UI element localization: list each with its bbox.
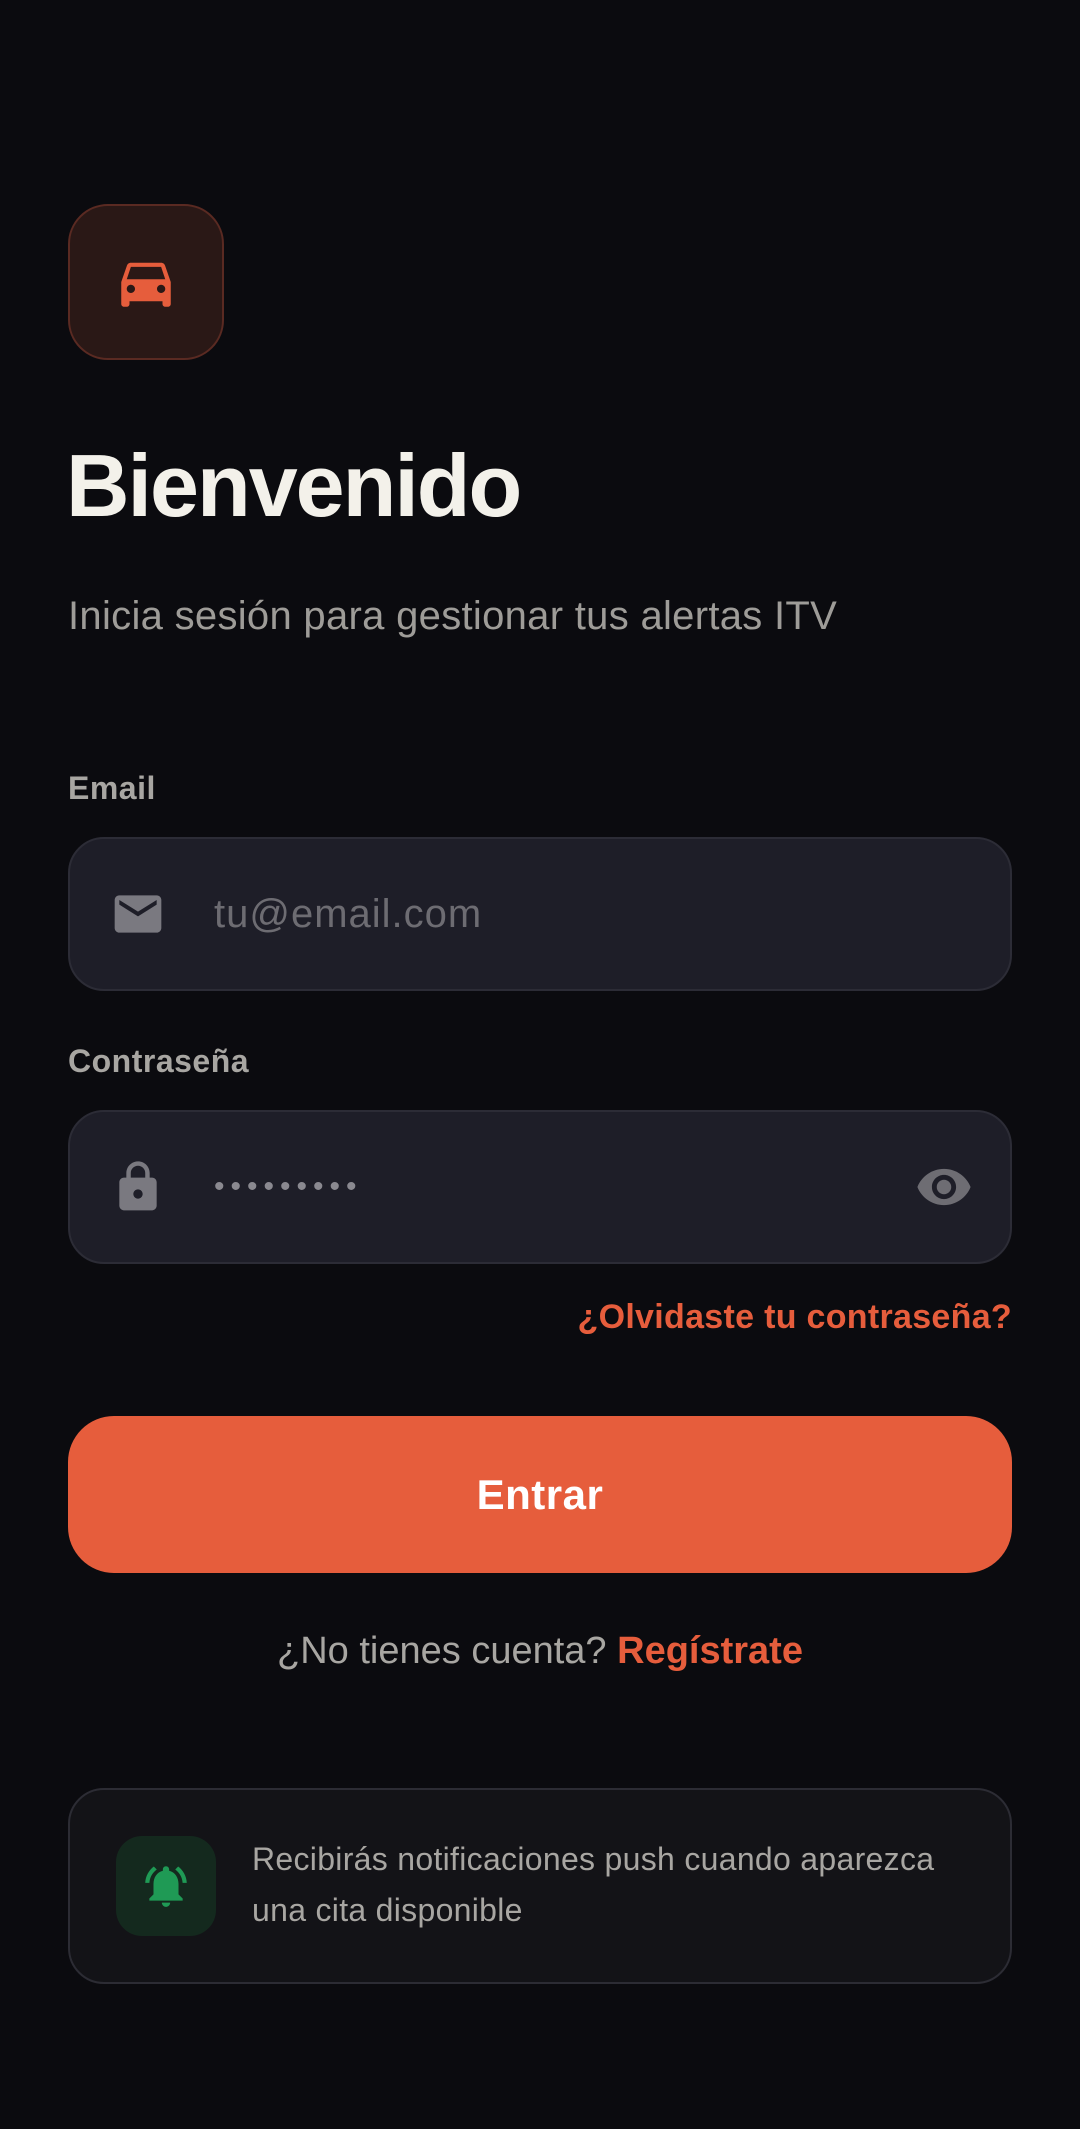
lock-icon <box>110 1159 166 1215</box>
login-screen: Bienvenido Inicia sesión para gestionar … <box>0 0 1080 2129</box>
car-icon <box>121 262 171 307</box>
login-button[interactable]: Entrar <box>68 1416 1012 1573</box>
password-label: Contraseña <box>68 1043 250 1079</box>
email-label: Email <box>68 770 156 806</box>
signup-link[interactable]: Regístrate <box>617 1630 803 1672</box>
page-subtitle: Inicia sesión para gestionar tus alertas… <box>68 594 838 638</box>
page-title: Bienvenido <box>66 436 522 535</box>
email-input[interactable] <box>214 839 900 989</box>
password-input[interactable]: ••••••••• <box>214 1170 363 1204</box>
notification-info-card: Recibirás notificaciones push cuando apa… <box>68 1788 1012 1984</box>
signup-prompt: ¿No tienes cuenta? Regístrate <box>0 1630 1080 1673</box>
info-icon-badge <box>116 1836 216 1936</box>
forgot-password-link[interactable]: ¿Olvidaste tu contraseña? <box>578 1298 1013 1337</box>
bell-ringing-icon <box>145 1866 187 1907</box>
app-logo <box>68 204 224 360</box>
password-field[interactable]: ••••••••• <box>68 1110 1012 1264</box>
email-field[interactable] <box>68 837 1012 991</box>
mail-icon <box>110 886 166 942</box>
notification-info-text: Recibirás notificaciones push cuando apa… <box>252 1841 935 1928</box>
toggle-password-visibility-button[interactable] <box>914 1157 974 1217</box>
eye-icon <box>917 1168 971 1206</box>
signup-prompt-text: ¿No tienes cuenta? <box>277 1630 607 1672</box>
